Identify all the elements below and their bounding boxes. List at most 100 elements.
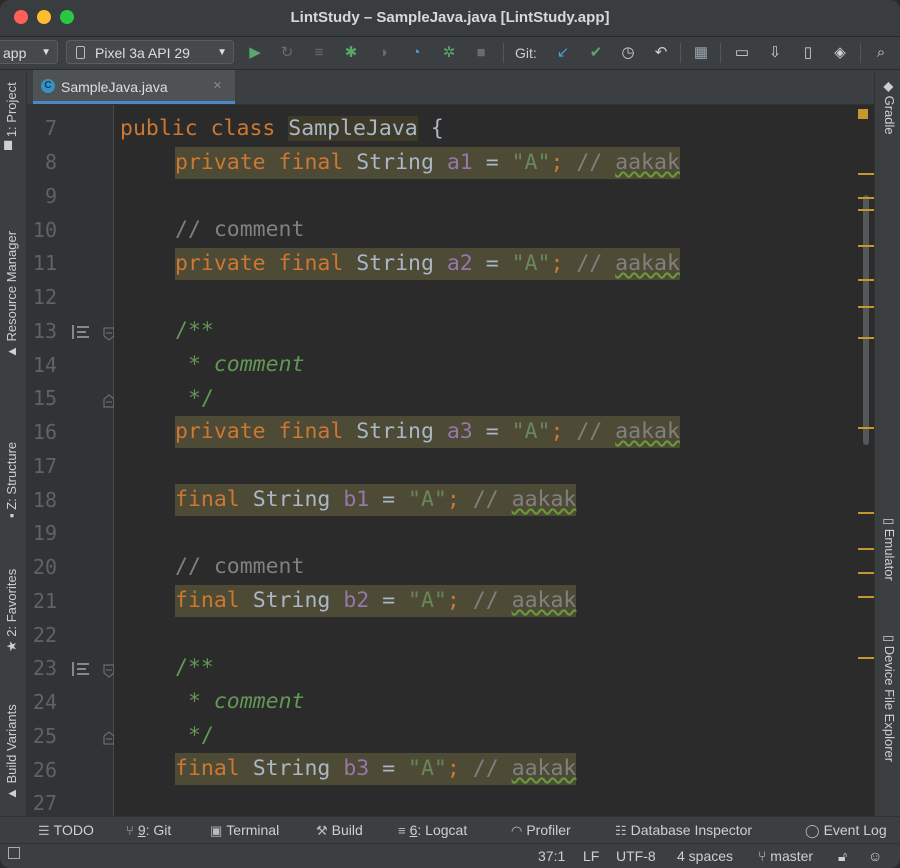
doc-comment: */ [175,386,214,411]
inspector-icon[interactable]: ☺ [868,848,882,864]
profile-icon[interactable]: ◔ [405,42,427,64]
field-name: b1 [343,487,370,512]
warning-marker[interactable] [858,279,874,281]
git-commit-icon[interactable]: ✔ [585,42,607,64]
branch-name: master [770,848,814,864]
emulator-tool-button[interactable]: ▯ Emulator [881,518,897,581]
build-variants-tool-button[interactable]: ▲ Build Variants [4,704,19,800]
editor-gutter[interactable]: 7 8 9 10 11 12 13 14 15 16 17 18 19 20 2… [27,105,115,816]
apply-code-changes-icon[interactable]: ≡ [308,42,330,64]
semicolon: ; [446,487,460,512]
debug-icon[interactable]: ✱ [340,42,362,64]
warning-marker[interactable] [858,245,874,247]
line-number: 16 [32,420,57,444]
code-line: * comment [175,349,305,381]
keyword: private final [175,150,344,175]
resource-manager-tool-button[interactable]: ▲ Resource Manager [4,231,19,358]
attach-debugger-icon[interactable]: ✲ [438,42,460,64]
line-number: 11 [32,251,57,275]
structure-tool-button[interactable]: ▪ Z: Structure [4,442,19,518]
project-tool-button[interactable]: ▀ 1: Project [4,82,19,150]
operator: = [472,150,512,175]
warning-marker[interactable] [858,572,874,574]
run-icon[interactable]: ▶ [244,42,266,64]
history-icon[interactable]: ◷ [617,42,639,64]
resource-icon[interactable]: ◈ [829,42,851,64]
warning-marker[interactable] [858,209,874,211]
warning-marker[interactable] [858,306,874,308]
android-icon: ▲ [4,783,19,800]
device-selector[interactable]: Pixel 3a API 29 ▼ [66,40,234,64]
rollback-icon[interactable]: ↶ [650,42,672,64]
apply-changes-icon[interactable]: ↻ [276,42,298,64]
warning-marker[interactable] [858,197,874,199]
comment: // comment [175,217,305,242]
gradle-tool-button[interactable]: ◆ Gradle [881,82,897,135]
terminal-tool-button[interactable]: ▣ Terminal [210,822,279,839]
toolbar-divider [720,43,721,63]
semicolon: ; [550,150,564,175]
sdk-manager-icon[interactable]: ⇩ [764,42,786,64]
warning-marker[interactable] [858,337,874,339]
type: String [252,756,331,781]
device-icon: ▯ [882,635,897,646]
device-manager-icon[interactable]: ▯ [797,42,819,64]
profiler-tool-button[interactable]: ◠ Profiler [511,822,571,839]
code-line: * comment [175,686,305,718]
logcat-tool-button[interactable]: ≡ 6: Logcat [398,822,467,838]
inspection-status-icon[interactable] [858,109,868,119]
semicolon: ; [446,588,460,613]
type: String [356,150,434,175]
line-number: 25 [32,724,57,748]
warning-marker[interactable] [858,657,874,659]
tab-samplejava[interactable]: C SampleJava.java × [33,70,235,104]
warning-marker[interactable] [858,427,874,429]
warning-marker[interactable] [858,512,874,514]
line-separator[interactable]: LF [583,848,599,864]
semicolon: ; [550,251,564,276]
doc-comment: * [175,689,214,714]
favorites-tool-button[interactable]: ★ 2: Favorites [4,569,20,652]
render-doc-icon[interactable] [71,324,91,340]
warning-marker[interactable] [858,596,874,598]
coverage-icon[interactable]: ◑ [372,42,394,64]
database-inspector-tool-button[interactable]: ☷ Database Inspector [615,822,752,839]
line-number: 23 [32,656,57,680]
stop-icon[interactable]: ■ [470,42,492,64]
editor-tab-bar: C SampleJava.java × [27,70,874,105]
project-structure-icon[interactable]: ▦ [690,42,712,64]
logcat-label: : Logcat [417,822,468,838]
file-encoding[interactable]: UTF-8 [616,848,656,864]
status-bar: 37:1 LF UTF-8 4 spaces ⑂ master 🔓︎ ☺ [0,843,900,868]
phone-icon [76,46,85,59]
git-branch-widget[interactable]: ⑂ master [758,848,813,864]
indent-setting[interactable]: 4 spaces [677,848,733,864]
database-inspector-label: Database Inspector [630,822,753,838]
render-doc-icon[interactable] [71,661,91,677]
field-name: b3 [343,756,370,781]
caret-position[interactable]: 37:1 [538,848,565,864]
toggle-tool-windows-icon[interactable] [8,847,20,859]
folder-icon: ▀ [4,137,19,150]
toolbar-divider [860,43,861,63]
class-name: SampleJava [288,116,418,141]
close-icon[interactable]: × [213,77,222,94]
gradle-label: Gradle [882,95,897,135]
git-update-icon[interactable]: ↙ [552,42,574,64]
device-file-explorer-tool-button[interactable]: ▯ Device File Explorer [881,635,897,762]
warning-marker[interactable] [858,548,874,550]
avd-manager-icon[interactable]: ▭ [731,42,753,64]
search-icon[interactable]: ⌕ [870,42,892,64]
todo-tool-button[interactable]: ☰ TODO [38,822,94,839]
module-selector[interactable]: app ▼ [0,40,58,64]
keyword: public class [120,116,276,141]
lock-icon[interactable]: 🔓︎ [838,848,847,865]
event-log-tool-button[interactable]: ◯ Event Log [805,822,887,839]
typo-word: aakak [615,150,680,175]
git-tool-button[interactable]: ⑂ 9: Git [126,822,171,838]
code-line-highlighted: final String b1 = "A"; // aakak [175,484,577,516]
warning-marker[interactable] [858,173,874,175]
code-editor[interactable]: public class SampleJava { private final … [114,105,874,816]
build-tool-button[interactable]: ⚒ Build [316,822,363,839]
scrollbar-thumb[interactable] [863,195,869,445]
